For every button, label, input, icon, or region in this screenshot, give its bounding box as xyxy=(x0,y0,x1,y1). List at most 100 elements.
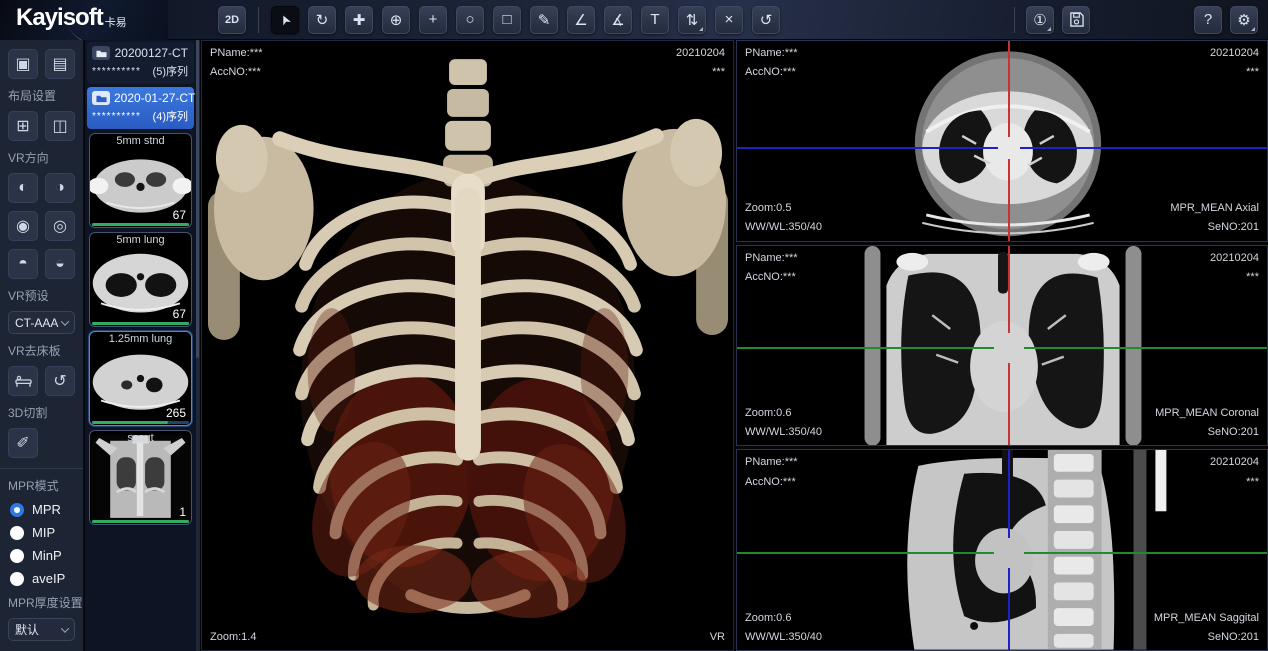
folder-icon xyxy=(92,46,110,60)
series-info-button[interactable]: ① xyxy=(1026,6,1054,34)
accession-number: AccNO:*** xyxy=(745,63,798,82)
scalpel-cut-button[interactable]: ✐ xyxy=(8,428,38,458)
axial-crosshair-horizontal[interactable] xyxy=(737,147,998,149)
sagittal-crosshair-vertical[interactable] xyxy=(1008,568,1010,650)
mpr-axial-viewport[interactable]: PName:*** AccNO:*** 20210204 *** Zoom:0.… xyxy=(736,40,1268,242)
radio-minp[interactable]: MinP xyxy=(10,548,75,563)
mpr-column: PName:*** AccNO:*** 20210204 *** Zoom:0.… xyxy=(736,40,1268,651)
series-thumbnail-scout[interactable]: scout 1 xyxy=(89,430,192,525)
coronal-crosshair-horizontal[interactable] xyxy=(737,347,994,349)
plane-overlay: MPR_MEAN Saggital SeNO:201 xyxy=(1154,609,1259,648)
radio-icon xyxy=(10,572,24,586)
sagittal-crosshair-vertical[interactable] xyxy=(1008,450,1010,538)
window-level-button[interactable]: ⇅ xyxy=(678,6,706,34)
rotate-3d-button[interactable]: ↻ xyxy=(308,6,336,34)
vr-viewport[interactable]: PName:*** AccNO:*** 20210204 *** Zoom:1.… xyxy=(201,40,734,651)
pencil-ruler-icon: ✎ xyxy=(538,11,551,29)
cursor-icon: ➤ xyxy=(275,11,294,28)
vr-top-view-button[interactable]: ◓ xyxy=(8,249,38,279)
coronal-crosshair-horizontal[interactable] xyxy=(1024,347,1267,349)
vr-front-view-button[interactable]: ◉ xyxy=(8,211,38,241)
radio-mpr[interactable]: MPR xyxy=(10,502,75,517)
load-progress-track xyxy=(92,520,189,523)
split-layout-icon: ◫ xyxy=(52,116,67,136)
settings-button[interactable]: ⚙ xyxy=(1230,6,1258,34)
radio-mip-label: MIP xyxy=(32,525,55,540)
pan-button[interactable]: ✚ xyxy=(345,6,373,34)
coronal-crosshair-vertical[interactable] xyxy=(1008,246,1010,333)
folder-open-icon xyxy=(92,91,110,105)
sidebar-divider xyxy=(0,468,83,469)
layout-2d-button[interactable]: 2D xyxy=(218,6,246,34)
patient-name: PName:*** xyxy=(745,44,798,63)
study-item-selected[interactable]: 2020-01-27-CT ********** (4)序列 xyxy=(87,87,194,129)
rect-roi-button[interactable]: □ xyxy=(493,6,521,34)
crosshair-icon: + xyxy=(429,11,438,28)
single-view-layout-button[interactable]: ▣ xyxy=(8,49,38,79)
radio-icon xyxy=(10,526,24,540)
report-layout-button[interactable]: ▤ xyxy=(45,49,75,79)
tool-group-right: ① ? ⚙ xyxy=(1011,6,1268,34)
tool-group-left: 2D ➤ ↻ ✚ ⊕ + ○ □ ✎ ∠ ∡ T ⇅ × ↺ xyxy=(218,6,780,34)
remove-bed-button[interactable] xyxy=(8,366,38,396)
vr-preset-select[interactable]: CT-AAA xyxy=(8,311,75,334)
save-button[interactable] xyxy=(1062,6,1090,34)
vr-head-left-button[interactable]: ◐ xyxy=(8,173,38,203)
radio-mip[interactable]: MIP xyxy=(10,525,75,540)
grid-layout-button[interactable]: ⊞ xyxy=(8,111,38,141)
locator-button[interactable]: + xyxy=(419,6,447,34)
measure-button[interactable]: ✎ xyxy=(530,6,558,34)
reset-view-button[interactable]: ↺ xyxy=(752,6,780,34)
mpr-thickness-select[interactable]: 默认 xyxy=(8,618,75,641)
axial-crosshair-horizontal[interactable] xyxy=(1020,147,1267,149)
axial-crosshair-vertical[interactable] xyxy=(1008,159,1010,241)
load-progress-fill xyxy=(92,223,189,226)
restore-bed-button[interactable]: ↺ xyxy=(45,366,75,396)
text-annotation-button[interactable]: T xyxy=(641,6,669,34)
magnifier-icon: ⊕ xyxy=(390,11,403,29)
patient-overlay: PName:*** AccNO:*** xyxy=(745,44,798,83)
vr-head-right-button[interactable]: ◑ xyxy=(45,173,75,203)
sagittal-crosshair-horizontal[interactable] xyxy=(1024,552,1267,554)
thumbnail-label: 1.25mm lung xyxy=(90,333,191,345)
series-number: SeNO:201 xyxy=(1154,628,1259,647)
patient-overlay: PName:*** AccNO:*** xyxy=(745,453,798,492)
cobb-angle-button[interactable]: ∡ xyxy=(604,6,632,34)
chevron-down-icon xyxy=(61,317,69,325)
mpr-coronal-viewport[interactable]: PName:*** AccNO:*** 20210204 *** Zoom:0.… xyxy=(736,245,1268,447)
series-scrollbar[interactable] xyxy=(196,40,199,651)
study-date: 20210204 xyxy=(676,44,725,63)
help-icon: ? xyxy=(1204,11,1212,28)
help-button[interactable]: ? xyxy=(1194,6,1222,34)
mpr-sagittal-viewport[interactable]: PName:*** AccNO:*** 20210204 *** Zoom:0.… xyxy=(736,449,1268,651)
zoom-button[interactable]: ⊕ xyxy=(382,6,410,34)
coronal-crosshair-vertical[interactable] xyxy=(1008,363,1010,446)
study-title: 2020-01-27-CT xyxy=(114,91,195,105)
app-logo: Kayisoft 卡易 xyxy=(0,0,168,40)
axial-crosshair-vertical[interactable] xyxy=(1008,41,1010,137)
cut-3d-label: 3D切割 xyxy=(8,404,75,421)
delete-annotation-button[interactable]: × xyxy=(715,6,743,34)
scrollbar-thumb[interactable] xyxy=(196,40,199,358)
series-thumbnail-5mm-stnd[interactable]: 5mm stnd 67 xyxy=(89,133,192,228)
text-icon: T xyxy=(650,11,659,28)
angle-button[interactable]: ∠ xyxy=(567,6,595,34)
reset-icon: ↺ xyxy=(760,11,773,29)
vr-back-view-button[interactable]: ◎ xyxy=(45,211,75,241)
info-circle-icon: ① xyxy=(1033,11,1046,29)
window-width-level: WW/WL:350/40 xyxy=(745,423,822,442)
sagittal-crosshair-horizontal[interactable] xyxy=(737,552,994,554)
study-item[interactable]: 20200127-CT ********** (5)序列 xyxy=(87,42,194,84)
select-tool-button[interactable]: ➤ xyxy=(271,6,299,34)
split-layout-button[interactable]: ◫ xyxy=(45,111,75,141)
plane-overlay: MPR_MEAN Coronal SeNO:201 xyxy=(1155,404,1259,443)
render-mode-overlay: VR xyxy=(710,628,725,647)
plane-label: MPR_MEAN Coronal xyxy=(1155,404,1259,423)
ellipse-roi-button[interactable]: ○ xyxy=(456,6,484,34)
load-progress-fill xyxy=(92,421,168,424)
vr-bottom-icon: ◒ xyxy=(55,255,65,273)
vr-bottom-view-button[interactable]: ◒ xyxy=(45,249,75,279)
series-thumbnail-125mm-lung[interactable]: 1.25mm lung 265 xyxy=(89,331,192,426)
series-thumbnail-5mm-lung[interactable]: 5mm lung 67 xyxy=(89,232,192,327)
radio-aveip[interactable]: aveIP xyxy=(10,571,75,586)
